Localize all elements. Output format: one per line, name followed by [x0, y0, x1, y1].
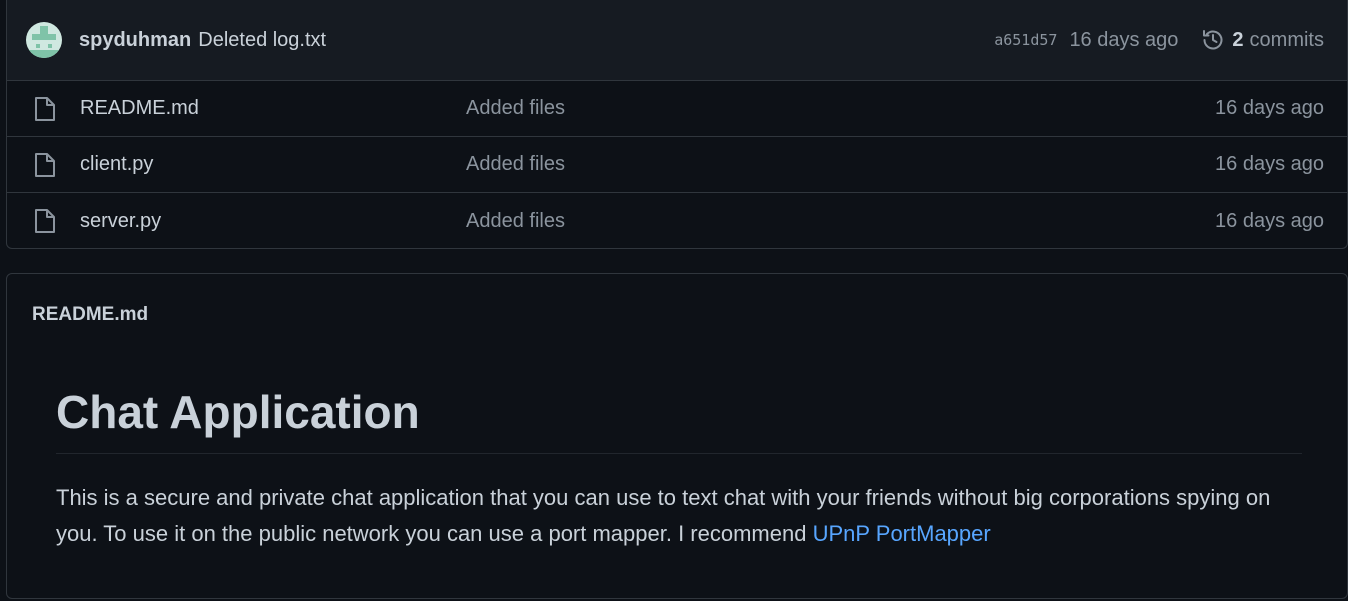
file-commit-message-link[interactable]: Added files: [466, 210, 565, 233]
readme-panel: README.md Chat Application This is a sec…: [6, 273, 1348, 599]
readme-filename: README.md: [32, 304, 149, 325]
file-icon: [35, 96, 55, 121]
file-icon: [35, 152, 55, 177]
file-age: 16 days ago: [1215, 209, 1324, 232]
commit-sha-link[interactable]: a651d57: [994, 31, 1057, 49]
commit-message-link[interactable]: Deleted log.txt: [198, 29, 326, 52]
avatar[interactable]: [26, 22, 62, 58]
history-icon: [1203, 30, 1223, 50]
readme-body-text: This is a secure and private chat applic…: [56, 485, 1271, 546]
file-row[interactable]: server.py Added files 16 days ago: [7, 193, 1347, 248]
latest-commit-bar: spyduhman Deleted log.txt a651d57 16 day…: [7, 0, 1347, 81]
file-icon: [35, 209, 55, 233]
readme-heading: Chat Application: [56, 386, 420, 438]
file-browser: spyduhman Deleted log.txt a651d57 16 day…: [6, 0, 1348, 249]
upnp-portmapper-link[interactable]: UPnP PortMapper: [813, 521, 991, 546]
file-commit-message-link[interactable]: Added files: [466, 153, 565, 176]
commit-age: 16 days ago: [1069, 28, 1179, 51]
file-name-link[interactable]: server.py: [80, 210, 161, 233]
file-name-link[interactable]: client.py: [80, 153, 153, 176]
file-name-link[interactable]: README.md: [80, 97, 199, 120]
readme-paragraph: This is a secure and private chat applic…: [56, 480, 1306, 552]
commit-author-link[interactable]: spyduhman: [79, 29, 191, 52]
heading-divider: [56, 453, 1302, 454]
file-row[interactable]: README.md Added files 16 days ago: [7, 81, 1347, 137]
commit-count-label: commits: [1249, 28, 1324, 51]
file-age: 16 days ago: [1215, 153, 1324, 175]
file-commit-message-link[interactable]: Added files: [466, 97, 565, 120]
file-row[interactable]: client.py Added files 16 days ago: [7, 137, 1347, 193]
file-age: 16 days ago: [1215, 97, 1324, 119]
commit-count: 2: [1232, 28, 1244, 51]
commits-history-link[interactable]: 2 commits: [1201, 28, 1324, 52]
